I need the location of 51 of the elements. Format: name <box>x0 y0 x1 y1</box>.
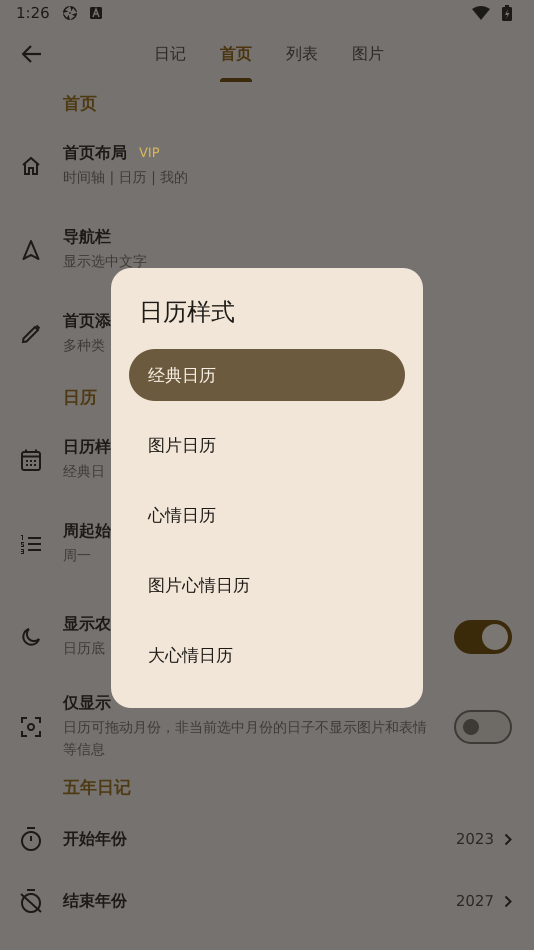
calendar-style-option[interactable]: 图片日历 <box>129 419 405 471</box>
tab[interactable]: 首页 <box>203 26 269 82</box>
calendar-style-option[interactable]: 大心情日历 <box>129 629 405 681</box>
setting-title[interactable]: 结束年份 <box>63 890 127 912</box>
section-header: 首页 <box>62 92 97 116</box>
setting-title[interactable]: 周起始 <box>63 521 111 542</box>
vip-label: VIP <box>139 146 160 161</box>
setting-description: 显示选中文字 <box>63 253 148 272</box>
tab[interactable]: 日记 <box>137 26 203 82</box>
tab[interactable]: 图片 <box>335 26 401 82</box>
setting-title[interactable]: 显示农 <box>63 614 111 635</box>
back-arrow-icon[interactable] <box>22 45 42 63</box>
battery-icon <box>502 5 512 21</box>
setting-value: 2023 <box>456 830 494 848</box>
setting-description: 多种类 <box>63 337 106 356</box>
setting-title[interactable]: 首页添 <box>63 311 111 332</box>
section-header: 日历 <box>62 386 97 410</box>
app-notification-icon <box>90 7 102 19</box>
navigation-arrow-icon <box>22 240 40 260</box>
home-icon <box>20 156 40 176</box>
timer-off-icon <box>20 889 42 913</box>
setting-description: 经典日 <box>63 463 106 482</box>
moon-icon <box>20 627 40 647</box>
aperture-icon <box>62 5 78 21</box>
calendar-icon <box>20 449 40 471</box>
focus-frame-icon <box>20 717 40 737</box>
setting-title[interactable]: 导航栏 <box>63 227 111 248</box>
setting-description: 周一 <box>63 547 92 566</box>
numbered-list-icon <box>20 534 42 554</box>
chevron-right-icon[interactable] <box>504 832 512 846</box>
toggle-switch[interactable] <box>454 710 512 744</box>
wifi-icon <box>472 6 490 20</box>
setting-description: 时间轴 | 日历 | 我的 <box>63 169 190 188</box>
calendar-style-option[interactable]: 心情日历 <box>129 489 405 541</box>
setting-description: 日历底 <box>63 640 106 659</box>
setting-value: 2027 <box>456 892 494 910</box>
tab[interactable]: 列表 <box>269 26 335 82</box>
setting-title[interactable]: 日历样 <box>63 437 111 458</box>
calendar-style-option[interactable]: 图片心情日历 <box>129 559 405 611</box>
setting-description: 日历可拖动月份，非当前选中月份的日子不显示图片和表情等信息 <box>63 719 428 760</box>
setting-title[interactable]: 首页布局 <box>63 143 127 164</box>
setting-title[interactable]: 仅显示 <box>63 693 111 714</box>
timer-icon <box>20 827 42 851</box>
status-time: 1:26 <box>16 4 50 22</box>
dialog-title: 日历样式 <box>138 297 235 328</box>
setting-title[interactable]: 开始年份 <box>63 828 127 850</box>
pencil-icon <box>20 324 40 344</box>
calendar-style-option[interactable]: 经典日历 <box>129 349 405 401</box>
chevron-right-icon[interactable] <box>504 894 512 908</box>
toggle-switch[interactable] <box>454 620 512 654</box>
section-header: 五年日记 <box>62 776 131 800</box>
